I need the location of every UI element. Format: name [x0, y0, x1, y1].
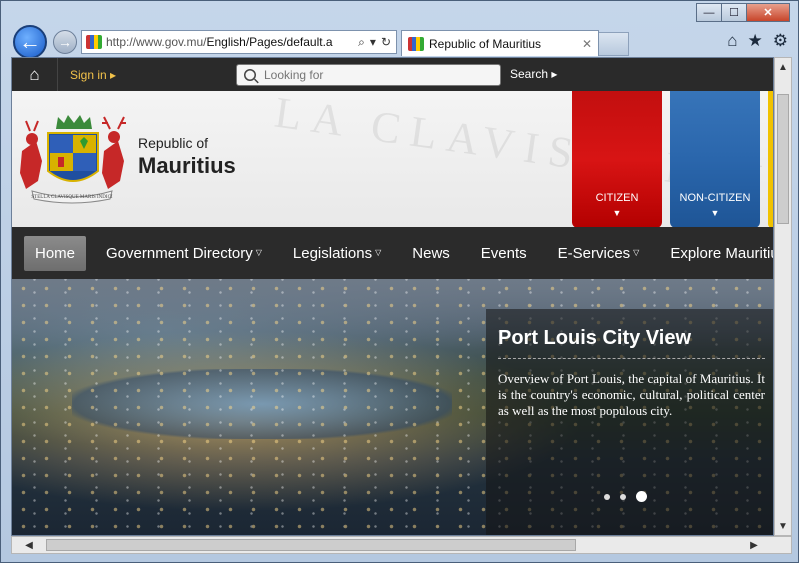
site-search-button[interactable]: Search	[510, 67, 557, 81]
back-arrow-icon: ←	[19, 29, 41, 54]
refresh-icon[interactable]: ↻	[381, 35, 391, 50]
address-bar[interactable]: http://www.gov.mu/English/Pages/default.…	[81, 30, 397, 54]
browser-window: — ☐ ✕ ← → http://www.gov.mu/English/Page…	[0, 0, 799, 563]
nav-item-events[interactable]: Events	[470, 236, 538, 271]
hero-title: Port Louis City View	[498, 327, 765, 359]
slide-indicators	[604, 491, 647, 502]
hero-caption: Port Louis City View Overview of Port Lo…	[486, 309, 773, 535]
nav-label: Home	[35, 244, 76, 262]
hero-description: Overview of Port Louis, the capital of M…	[498, 371, 765, 418]
forward-arrow-icon: →	[58, 34, 72, 50]
tab-title: Republic of Mauritius	[429, 36, 542, 51]
nav-label: Legislations	[292, 244, 373, 262]
favorites-star-icon[interactable]: ★	[748, 31, 763, 51]
browser-home-icon[interactable]: ⌂	[727, 31, 737, 51]
nav-label: E-Services	[557, 244, 631, 262]
nav-item-e-services[interactable]: E-Services ▽	[547, 236, 651, 271]
slide-dot-3-active[interactable]	[636, 491, 647, 502]
slide-dot-1[interactable]	[604, 493, 610, 500]
tab-favicon-icon	[408, 36, 424, 51]
nav-item-government-directory[interactable]: Government Directory ▽	[95, 236, 273, 271]
magnifier-icon	[244, 69, 256, 81]
brand-line-2: Mauritius	[138, 153, 236, 178]
tools-gear-icon[interactable]: ⚙	[773, 31, 788, 51]
back-button[interactable]: ←	[13, 25, 47, 59]
nav-label: News	[412, 244, 450, 262]
scroll-down-icon[interactable]: ▼	[775, 517, 791, 535]
chevron-down-icon: ▼	[710, 208, 720, 218]
nav-label: Government Directory	[106, 244, 253, 262]
citizen-card[interactable]: CITIZEN ▼	[572, 91, 662, 227]
address-dropdown-icon[interactable]: ▾	[370, 35, 376, 50]
address-url[interactable]: http://www.gov.mu/English/Pages/default.…	[106, 35, 358, 49]
site-topbar: ⌂ Sign in Search	[12, 58, 773, 91]
chevron-down-icon: ▼	[612, 208, 622, 218]
scroll-up-icon[interactable]: ▲	[775, 58, 791, 76]
close-window-button[interactable]: ✕	[746, 3, 790, 22]
tab-close-icon[interactable]: ✕	[582, 37, 598, 51]
nav-item-news[interactable]: News	[401, 236, 461, 271]
brand-line-1: Republic of	[138, 135, 209, 151]
minimize-button[interactable]: —	[696, 3, 722, 22]
site-search-input[interactable]	[264, 68, 484, 82]
scroll-right-icon[interactable]: ▶	[745, 537, 763, 553]
nav-label: Events	[480, 244, 527, 262]
svg-text:STELLA CLAVISQUE MARIS INDICI: STELLA CLAVISQUE MARIS INDICI	[31, 195, 112, 200]
citizen-card-label: CITIZEN	[595, 192, 639, 204]
signin-link[interactable]: Sign in	[70, 68, 116, 82]
nav-item-legislations[interactable]: Legislations ▽	[282, 236, 392, 271]
scroll-left-icon[interactable]: ◀	[20, 537, 38, 553]
horizontal-scrollbar[interactable]: ◀ ▶	[11, 536, 792, 554]
url-prefix: http://www.gov.mu/	[106, 35, 207, 49]
page-viewport: ⌂ Sign in Search LA CLAVISQUE MARIS	[11, 57, 774, 536]
browser-toolbar: ⌂ ★ ⚙	[727, 31, 788, 51]
address-search-icon[interactable]: ⌕	[358, 35, 365, 50]
site-favicon-icon	[86, 35, 102, 49]
dropdown-caret-icon: ▽	[255, 247, 262, 257]
vertical-scrollbar[interactable]: ▲ ▼	[774, 57, 792, 536]
url-rest: English/Pages/default.a	[206, 35, 333, 49]
browser-tab-active[interactable]: Republic of Mauritius ✕	[401, 30, 599, 56]
site-header: LA CLAVISQUE MARIS STELLA CLAVISQUE MARI…	[12, 91, 773, 227]
main-navigation: Home Government Directory ▽ Legislations ▽…	[12, 227, 773, 279]
window-controls: — ☐ ✕	[696, 3, 790, 22]
dropdown-caret-icon: ▽	[633, 247, 640, 257]
dropdown-caret-icon: ▽	[375, 247, 382, 257]
horizontal-scroll-thumb[interactable]	[46, 539, 576, 551]
hero-slideshow[interactable]: Port Louis City View Overview of Port Lo…	[12, 279, 773, 535]
maximize-button[interactable]: ☐	[721, 3, 747, 22]
coat-of-arms-logo[interactable]: STELLA CLAVISQUE MARIS INDICI	[12, 111, 132, 206]
audience-cards: CITIZEN ▼ NON-CITIZEN ▼	[572, 91, 773, 227]
slide-dot-2[interactable]	[620, 493, 626, 500]
noncitizen-card-label: NON-CITIZEN	[679, 192, 751, 204]
forward-button[interactable]: →	[53, 30, 77, 54]
noncitizen-card[interactable]: NON-CITIZEN ▼	[670, 91, 760, 227]
new-tab-button[interactable]	[599, 32, 629, 56]
nav-label: Explore Mauritius	[670, 244, 773, 262]
vertical-scroll-thumb[interactable]	[777, 94, 789, 224]
nav-item-home[interactable]: Home	[24, 235, 87, 271]
site-home-icon[interactable]: ⌂	[12, 58, 58, 91]
nav-item-explore-mauritius[interactable]: Explore Mauritius▽	[659, 236, 773, 271]
site-search-box	[236, 64, 501, 86]
